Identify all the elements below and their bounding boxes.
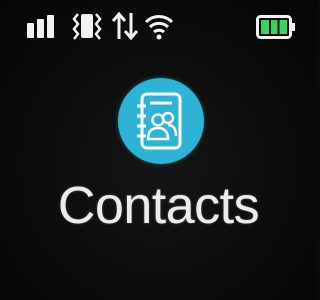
- phone-screen: Contacts: [0, 0, 317, 300]
- wifi-icon: [144, 15, 174, 40]
- data-transfer-icon: [112, 11, 138, 41]
- contacts-app-icon[interactable]: [118, 78, 204, 164]
- vibrate-icon: [72, 13, 102, 40]
- battery-icon: [256, 15, 295, 39]
- contacts-book-icon: [137, 92, 182, 150]
- app-title: Contacts: [57, 177, 260, 235]
- status-bar: [0, 0, 317, 44]
- signal-strength-icon: [27, 15, 54, 38]
